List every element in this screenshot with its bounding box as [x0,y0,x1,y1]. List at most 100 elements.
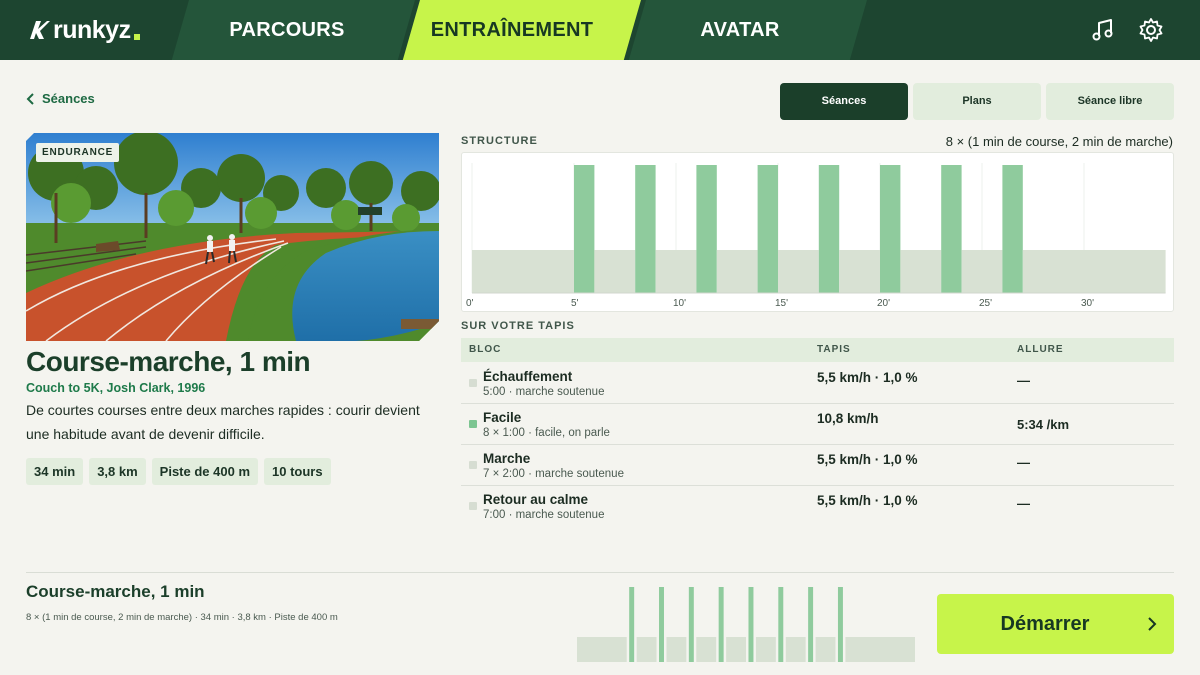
walk-bar [1022,250,1166,293]
run-bar [1002,165,1023,293]
block-detail: 5:00 · marche soutenue [483,386,605,398]
track-chip: Piste de 400 m [151,458,258,485]
runkyz-logo[interactable]: runkyz [28,13,140,47]
runkyz-logo-mark-icon [30,21,50,39]
segment-seances[interactable]: Séances [780,83,908,120]
mini-walk-bar [815,637,836,662]
block-name: Échauffement [483,369,573,384]
mini-walk-bar [696,637,717,662]
x-tick-label: 15' [775,298,788,309]
block-detail: 7:00 · marche soutenue [483,509,605,521]
mini-run-bar [629,587,635,662]
structure-label: STRUCTURE [461,135,538,147]
structure-summary: 8 × (1 min de course, 2 min de marche) [945,134,1173,149]
tab-entrainement[interactable]: ENTRAÎNEMENT [412,0,612,60]
workout-description: De courtes courses entre deux marches ra… [26,402,420,442]
mini-walk-bar [755,637,776,662]
block-treadmill-setting: 5,5 km/h · 1,0 % [817,370,918,385]
block-detail: 8 × 1:00 · facile, on parle [483,427,610,439]
mini-run-bar [659,587,664,662]
table-row: Échauffement 5:00 · marche soutenue 5,5 … [461,363,1174,404]
walk-bar [839,250,880,293]
logo-text: runkyz [53,15,131,44]
mini-run-bar [718,587,724,662]
mini-walk-bar [636,637,657,662]
tab-avatar[interactable]: AVATAR [640,0,840,60]
block-color-swatch [469,461,477,469]
block-treadmill-setting: 5,5 km/h · 1,0 % [817,493,918,508]
logo-accent-dot [133,34,140,40]
workout-title: Course-marche, 1 min [26,346,311,377]
chevron-right-icon [1148,617,1157,631]
table-row: Facile 8 × 1:00 · facile, on parle 10,8 … [461,404,1174,445]
block-treadmill-setting: 10,8 km/h [817,411,879,426]
workout-source: Couch to 5K, Josh Clark, 1996 [26,381,206,395]
workout-stats: 34 min 3,8 km Piste de 400 m 10 tours [26,458,331,485]
mini-run-bar [808,587,814,662]
run-bar [757,165,778,293]
table-row: Retour au calme 7:00 · marche soutenue 5… [461,486,1174,527]
tab-parcours[interactable]: PARCOURS [189,0,385,60]
walk-bar [472,250,574,293]
walk-bar [900,250,942,293]
mini-walk-bar [845,637,915,662]
mini-run-bar [748,587,754,662]
structure-chart: 0' 5' 10' 15' 20' 25' 30' [461,152,1174,312]
music-icon[interactable] [1089,16,1117,44]
block-name: Retour au calme [483,492,589,507]
segment-seance-libre[interactable]: Séance libre [1046,83,1174,120]
back-label: Séances [42,91,95,106]
table-row: Marche 7 × 2:00 · marche soutenue 5,5 km… [461,445,1174,486]
block-pace: — [1017,373,1030,388]
laps-chip: 10 tours [264,458,331,485]
back-link[interactable]: Séances [26,91,95,106]
top-navigation-bar: runkyz PARCOURS ENTRAÎNEMENT AVATAR [0,0,1200,60]
footer-divider [26,572,1174,573]
header-bloc: BLOC [469,344,502,355]
start-button[interactable]: Démarrer [937,594,1174,654]
header-tapis: TAPIS [817,344,851,355]
mini-structure-chart [577,587,915,662]
block-color-swatch [469,379,477,387]
footer-workout-meta: 8 × (1 min de course, 2 min de marche) ·… [26,612,338,623]
mini-walk-bar [666,637,687,662]
distance-chip: 3,8 km [89,458,146,485]
x-tick-label: 30' [1081,298,1094,309]
block-detail: 7 × 2:00 · marche soutenue [483,468,624,480]
gear-icon[interactable] [1137,16,1165,44]
mini-run-bar [778,587,784,662]
block-name: Facile [483,410,522,425]
start-button-label: Démarrer [1000,613,1090,635]
x-tick-label: 25' [979,298,992,309]
run-bar [574,165,595,293]
segment-plans[interactable]: Plans [913,83,1041,120]
run-bar [635,165,656,293]
block-pace: — [1017,455,1030,470]
block-color-swatch [469,502,477,510]
x-tick-label: 20' [877,298,890,309]
duration-chip: 34 min [26,458,84,485]
footer-workout-title: Course-marche, 1 min [26,582,205,601]
walk-bar [655,250,697,293]
block-color-swatch [469,420,477,428]
run-bar [941,165,962,293]
block-pace: — [1017,496,1030,511]
mini-walk-bar [785,637,806,662]
walk-bar [594,250,636,293]
run-bar [696,165,717,293]
treadmill-label: SUR VOTRE TAPIS [461,320,575,332]
structure-chart-svg: 0' 5' 10' 15' 20' 25' 30' [466,163,1166,309]
x-tick-label: 5' [571,298,579,309]
run-bar [880,165,901,293]
run-bar [818,165,840,293]
walk-bar [716,250,758,293]
block-pace: 5:34 /km [1017,417,1070,432]
table-header: BLOC TAPIS ALLURE [461,338,1174,362]
chevron-left-icon [26,92,34,105]
mini-run-bar [688,587,694,662]
x-tick-label: 10' [673,298,686,309]
x-tick-label: 0' [466,298,474,309]
category-badge: ENDURANCE [36,143,120,162]
block-treadmill-setting: 5,5 km/h · 1,0 % [817,452,918,467]
mini-run-bar [837,587,843,662]
